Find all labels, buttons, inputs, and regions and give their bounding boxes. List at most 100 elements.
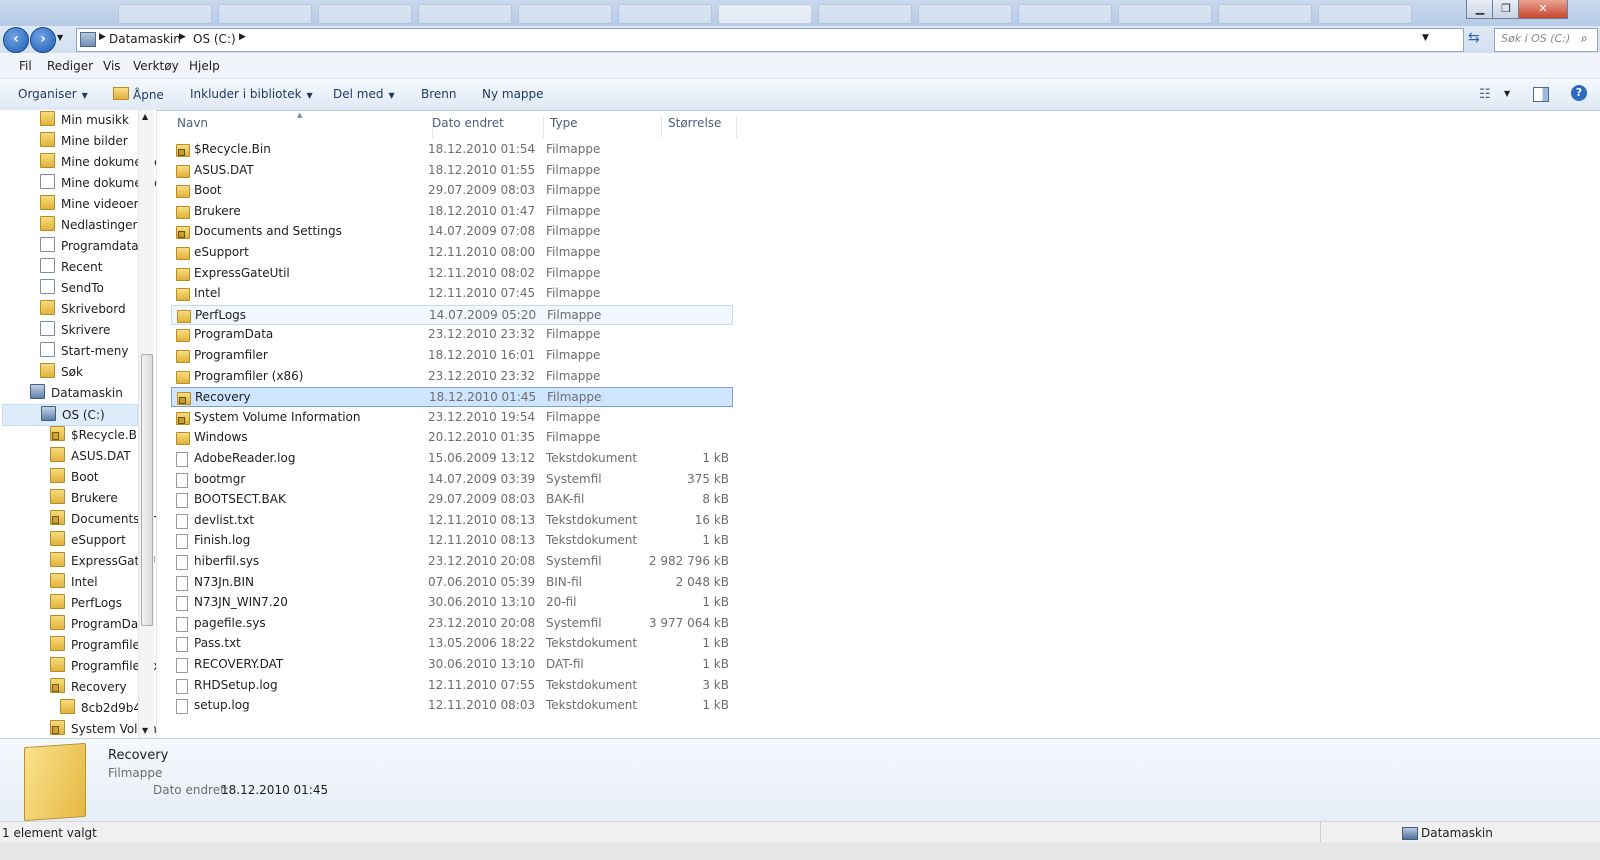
file-row[interactable]: hiberfil.sys 23.12.2010 20:08 Systemfil 2 9… (171, 552, 733, 572)
background-taskbar-tab[interactable] (818, 4, 912, 24)
column-header-size[interactable]: Størrelse (662, 116, 737, 138)
breadcrumb-drive[interactable]: OS (C:) (193, 32, 236, 46)
nav-item[interactable]: Skrivere (0, 320, 136, 340)
file-row[interactable]: Intel 12.11.2010 07:45 Filmappe (171, 284, 733, 304)
nav-item[interactable]: Programdata (0, 236, 139, 256)
file-row[interactable]: devlist.txt 12.11.2010 08:13 Tekstdokument… (171, 511, 733, 531)
address-history-dropdown-icon[interactable]: ▼ (1422, 33, 1429, 43)
nav-item[interactable]: Documents and Settings (0, 509, 156, 529)
nav-item[interactable]: Start-meny (0, 341, 136, 361)
file-row[interactable]: eSupport 12.11.2010 08:00 Filmappe (171, 243, 733, 263)
back-button[interactable]: ‹ (3, 27, 29, 53)
nav-item[interactable]: ASUS.DAT (0, 446, 136, 466)
nav-item[interactable]: Nedlastinger (0, 215, 138, 235)
breadcrumb-chevron-icon[interactable]: ▶ (239, 32, 246, 42)
file-row[interactable]: ASUS.DAT 18.12.2010 01:55 Filmappe (171, 161, 733, 181)
scroll-up-arrow-icon[interactable]: ▲ (142, 112, 148, 121)
background-taskbar-tab[interactable] (1318, 4, 1412, 24)
nav-item[interactable]: Intel (0, 572, 136, 592)
scroll-down-arrow-icon[interactable]: ▼ (142, 726, 148, 735)
background-taskbar-tab[interactable] (1018, 4, 1112, 24)
nav-item[interactable]: Min musikk (0, 110, 136, 130)
breadcrumb-computer[interactable]: Datamaskin (109, 32, 181, 46)
minimize-button[interactable]: ▁ (1466, 0, 1494, 19)
file-row[interactable]: Programfiler (x86) 23.12.2010 23:32 Filmap… (171, 367, 733, 387)
file-row[interactable]: $Recycle.Bin 18.12.2010 01:54 Filmappe (171, 140, 733, 160)
column-header-name[interactable]: Navn ▲ (171, 111, 433, 138)
file-row[interactable]: BOOTSECT.BAK 29.07.2009 08:03 BAK-fil 8 kB (171, 490, 733, 510)
file-row[interactable]: bootmgr 14.07.2009 03:39 Systemfil 375 kB (171, 470, 733, 490)
navigation-pane[interactable]: Min musikk Mine bilder Mine dokumenter Mine… (0, 110, 157, 738)
nav-item[interactable]: Mine videoer (0, 194, 139, 214)
nav-item[interactable]: SendTo (0, 278, 136, 298)
file-row[interactable]: setup.log 12.11.2010 08:03 Tekstdokument 1 … (171, 696, 733, 716)
file-row[interactable]: Windows 20.12.2010 01:35 Filmappe (171, 428, 733, 448)
file-row[interactable]: ProgramData 23.12.2010 23:32 Filmappe (171, 325, 733, 345)
view-dropdown-icon[interactable]: ▼ (1504, 89, 1510, 98)
column-header-date[interactable]: Dato endret (426, 116, 544, 138)
menu-file[interactable]: Fil (19, 59, 32, 73)
nav-item[interactable]: Mine bilder (0, 131, 136, 151)
nav-item[interactable]: PerfLogs (0, 593, 136, 613)
nav-item[interactable]: 8cb2d9b4-7 (0, 698, 153, 718)
file-row[interactable]: RHDSetup.log 12.11.2010 07:55 Tekstdokumen… (171, 676, 733, 696)
file-row[interactable]: ExpressGateUtil 12.11.2010 08:02 Filmappe (171, 264, 733, 284)
recent-pages-dropdown[interactable]: ▼ (57, 33, 63, 42)
address-bar[interactable]: ▶ Datamaskin ▶ OS (C:) ▶ ▼ (76, 28, 1464, 52)
close-button[interactable]: ✕ (1518, 0, 1568, 19)
column-header-type[interactable]: Type (544, 116, 662, 138)
nav-item[interactable]: Programfiler (x86) (0, 656, 156, 676)
menu-edit[interactable]: Rediger (47, 59, 93, 73)
refresh-icon[interactable]: ⇆ (1468, 30, 1480, 46)
file-row[interactable]: PerfLogs 14.07.2009 05:20 Filmappe (171, 304, 733, 325)
nav-item[interactable]: Programfiler (0, 635, 145, 655)
nav-item[interactable]: $Recycle.Bin (0, 425, 148, 445)
file-row[interactable]: AdobeReader.log 15.06.2009 13:12 Tekstdoku… (171, 449, 733, 469)
scrollbar-thumb[interactable] (141, 354, 153, 626)
burn-button[interactable]: Brenn (421, 87, 457, 101)
file-row[interactable]: N73JN_WIN7.20 30.06.2010 13:10 20-fil 1 kB (171, 593, 733, 613)
nav-item[interactable]: OS (C:) (2, 404, 138, 426)
file-row[interactable]: N73Jn.BIN 07.06.2010 05:39 BIN-fil 2 048 kB (171, 573, 733, 593)
background-taskbar-tab[interactable] (418, 4, 512, 24)
organize-button[interactable]: Organiser ▼ (18, 87, 88, 101)
file-row[interactable]: Pass.txt 13.05.2006 18:22 Tekstdokument 1 k… (171, 634, 733, 654)
file-row[interactable]: Brukere 18.12.2010 01:47 Filmappe (171, 202, 733, 222)
share-with-button[interactable]: Del med ▼ (333, 87, 395, 101)
forward-button[interactable]: › (30, 27, 56, 53)
file-row[interactable]: Documents and Settings 14.07.2009 07:08 Fi… (171, 222, 733, 242)
new-folder-button[interactable]: Ny mappe (482, 87, 544, 101)
include-in-library-button[interactable]: Inkluder i bibliotek ▼ (190, 87, 313, 101)
nav-item[interactable]: Recent (0, 257, 136, 277)
nav-item[interactable]: Søk (0, 362, 136, 382)
nav-item[interactable]: Datamaskin (0, 383, 136, 403)
file-row[interactable]: Programfiler 18.12.2010 16:01 Filmappe (171, 346, 733, 366)
background-taskbar-tab[interactable] (118, 4, 212, 24)
nav-item[interactable]: ExpressGateUtil (0, 551, 156, 571)
nav-item[interactable]: ProgramData (0, 614, 150, 634)
help-icon[interactable]: ? (1571, 85, 1587, 101)
background-taskbar-tab[interactable] (1118, 4, 1212, 24)
search-icon[interactable]: ⌕ (1581, 31, 1588, 46)
nav-item[interactable]: System Volume Information (0, 719, 156, 738)
file-row[interactable]: pagefile.sys 23.12.2010 20:08 Systemfil 3 9… (171, 614, 733, 634)
background-taskbar-tab[interactable] (1218, 4, 1312, 24)
nav-item[interactable]: eSupport (0, 530, 136, 550)
nav-item[interactable]: Brukere (0, 488, 136, 508)
breadcrumb-chevron-icon[interactable]: ▶ (179, 32, 186, 42)
nav-item[interactable]: Mine dokumenter (0, 173, 156, 193)
menu-view[interactable]: Vis (103, 59, 121, 73)
search-input[interactable]: Søk i OS (C:) ⌕ (1494, 28, 1598, 52)
background-taskbar-tab[interactable] (218, 4, 312, 24)
background-taskbar-tab[interactable] (618, 4, 712, 24)
menu-tools[interactable]: Verktøy (133, 59, 179, 73)
background-taskbar-tab[interactable] (518, 4, 612, 24)
file-row[interactable]: RECOVERY.DAT 30.06.2010 13:10 DAT-fil 1 kB (171, 655, 733, 675)
preview-pane-icon[interactable] (1533, 87, 1549, 102)
file-row[interactable]: Boot 29.07.2009 08:03 Filmappe (171, 181, 733, 201)
navigation-scrollbar[interactable]: ▲ ▼ (138, 110, 154, 738)
background-taskbar-tab[interactable] (918, 4, 1012, 24)
nav-item[interactable]: Skrivebord (0, 299, 136, 319)
background-taskbar-tab[interactable] (318, 4, 412, 24)
nav-item[interactable]: Recovery (0, 677, 136, 697)
